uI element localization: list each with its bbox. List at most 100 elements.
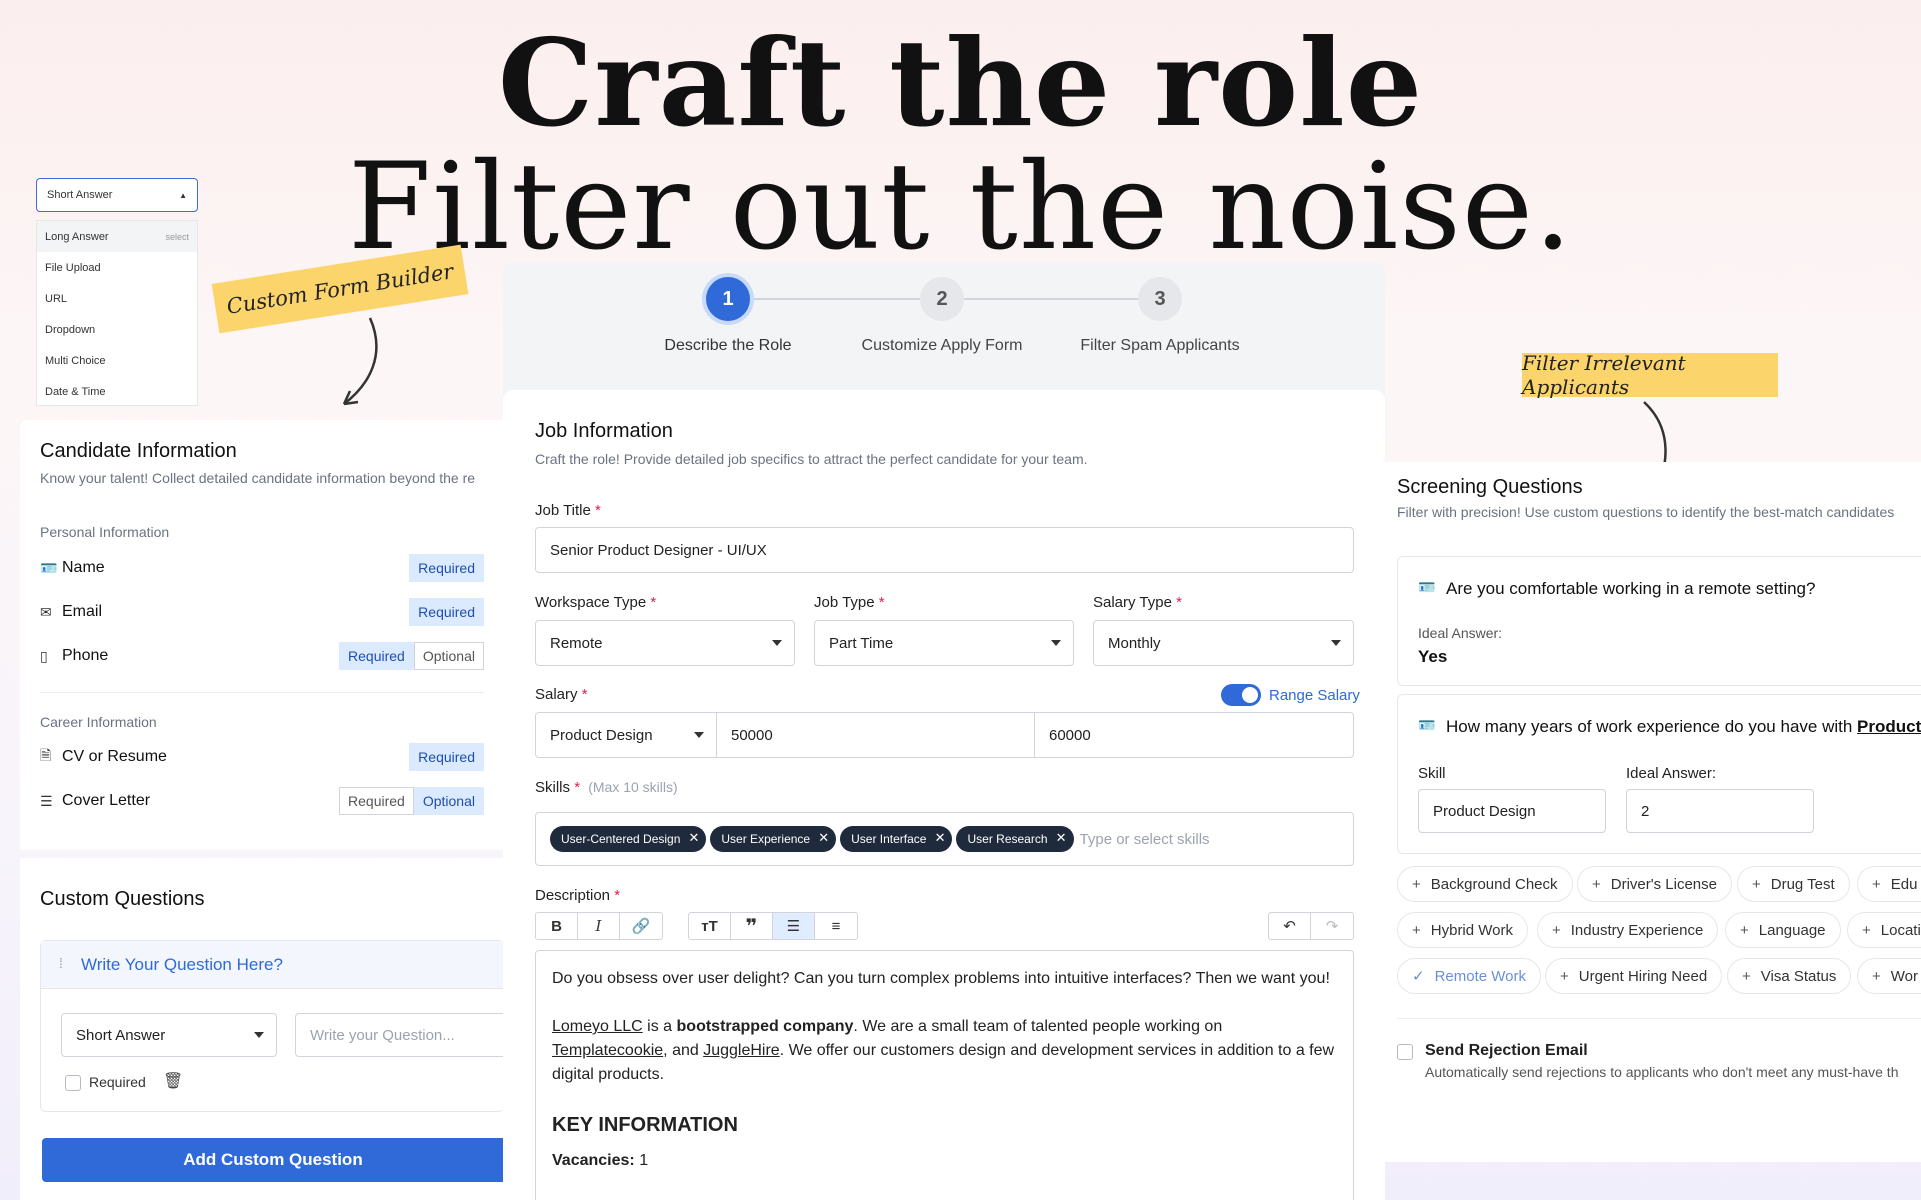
step-1-label[interactable]: Describe the Role (618, 337, 838, 355)
description-editor[interactable]: Do you obsess over user delight? Can you… (535, 950, 1354, 1200)
tag-education[interactable]: + Edu (1857, 866, 1921, 902)
required-toggle[interactable]: Required (339, 787, 414, 815)
ideal-answer-input[interactable]: 2 (1626, 789, 1814, 833)
salary-min-input[interactable]: 50000 (716, 712, 1035, 758)
tag-drug-test[interactable]: + Drug Test (1737, 866, 1850, 902)
range-salary-toggle[interactable] (1221, 684, 1261, 706)
tag-language[interactable]: + Language (1725, 912, 1841, 948)
workspace-type-select[interactable]: Remote (535, 620, 795, 666)
link-icon[interactable]: 🔗 (620, 913, 662, 939)
company-link[interactable]: Lomeyo LLC (552, 1018, 643, 1035)
required-toggle[interactable]: Required (409, 598, 484, 626)
skill-chip: User Research ✕ (956, 826, 1074, 852)
step-3-circle[interactable]: 3 (1138, 277, 1182, 321)
rejection-email-checkbox[interactable] (1397, 1044, 1413, 1060)
menu-item-label: Date & Time (45, 385, 106, 398)
candidate-info-subtitle: Know your talent! Collect detailed candi… (40, 470, 476, 486)
required-toggle[interactable]: Required (409, 554, 484, 582)
salary-max-input[interactable]: 60000 (1034, 712, 1354, 758)
question-type-select[interactable]: Short Answer (61, 1013, 277, 1057)
vacancies-label: Vacancies: (552, 1152, 635, 1169)
trash-icon[interactable]: 🗑 (163, 1071, 183, 1091)
close-icon[interactable]: ✕ (818, 830, 829, 846)
tag-industry-experience[interactable]: + Industry Experience (1537, 912, 1719, 948)
salary-category-select[interactable]: Product Design (535, 712, 717, 758)
skill-input[interactable]: Product Design (1418, 789, 1606, 833)
tag-work[interactable]: + Wor (1857, 958, 1921, 994)
tag-remote-work[interactable]: ✓ Remote Work (1397, 958, 1541, 994)
question-icon: 🪪 (1418, 717, 1436, 733)
step-2-circle[interactable]: 2 (920, 277, 964, 321)
quote-icon[interactable]: ❞ (731, 913, 773, 939)
tag-urgent-hiring[interactable]: + Urgent Hiring Need (1545, 958, 1723, 994)
skills-input[interactable]: User-Centered Design ✕ User Experience ✕ U… (535, 812, 1354, 866)
skill-input-value: Product Design (1433, 802, 1536, 820)
job-type-select[interactable]: Part Time (814, 620, 1074, 666)
optional-toggle[interactable]: Optional (413, 642, 484, 670)
step-2-label[interactable]: Customize Apply Form (832, 337, 1052, 355)
menu-item-file-upload[interactable]: File Upload (37, 252, 197, 283)
menu-item-date-time[interactable]: Date & Time (37, 376, 197, 405)
tag-visa-status[interactable]: + Visa Status (1727, 958, 1852, 994)
candidate-info-title: Candidate Information (40, 440, 237, 462)
vacancies-line: Vacancies: 1 (552, 1149, 1337, 1173)
description-heading: KEY INFORMATION (552, 1114, 738, 1136)
rejection-email-subtitle: Automatically send rejections to applica… (1425, 1064, 1899, 1080)
drag-handle-icon[interactable]: ⁞ (59, 955, 63, 971)
workspace-type-value: Remote (550, 634, 603, 652)
tag-label: Urgent Hiring Need (1578, 967, 1708, 985)
range-salary-label[interactable]: Range Salary (1269, 687, 1360, 704)
ideal-answer-label: Ideal Answer: (1626, 765, 1717, 782)
close-icon[interactable]: ✕ (688, 830, 699, 846)
bold-icon[interactable]: B (536, 913, 578, 939)
close-icon[interactable]: ✕ (1056, 830, 1067, 846)
tag-location[interactable]: + Locati (1847, 912, 1921, 948)
description-label: Description * (535, 887, 621, 904)
headline-line-2: Filter out the noise. (348, 138, 1573, 277)
divider (40, 692, 484, 693)
numbered-list-icon[interactable]: ≡ (815, 913, 857, 939)
menu-item-url[interactable]: URL (37, 283, 197, 314)
redo-icon[interactable]: ↷ (1311, 913, 1353, 939)
answer-type-select[interactable]: Short Answer ▲ (36, 178, 198, 212)
question-title[interactable]: Write Your Question Here? (81, 955, 283, 975)
salary-min-value: 50000 (731, 726, 773, 744)
salary-label: Salary * (535, 686, 588, 703)
tag-drivers-license[interactable]: + Driver's License (1577, 866, 1732, 902)
jugglehire-link[interactable]: JuggleHire (703, 1042, 779, 1059)
close-icon[interactable]: ✕ (935, 830, 946, 846)
optional-toggle[interactable]: Optional (413, 787, 484, 815)
tag-background-check[interactable]: + Background Check (1397, 866, 1573, 902)
desc-text: , and (663, 1042, 704, 1059)
step-3-label[interactable]: Filter Spam Applicants (1050, 337, 1270, 355)
tag-label: Wor (1890, 967, 1918, 985)
question-text-input[interactable]: Write your Question... (295, 1013, 515, 1057)
required-toggle[interactable]: Required (409, 743, 484, 771)
desc-bold: bootstrapped company (676, 1018, 854, 1035)
salary-type-label: Salary Type * (1093, 594, 1182, 611)
heading-icon[interactable]: ᴛT (689, 913, 731, 939)
rejection-email-title: Send Rejection Email (1425, 1042, 1588, 1059)
menu-item-dropdown[interactable]: Dropdown (37, 314, 197, 345)
required-checkbox[interactable] (65, 1075, 81, 1091)
undo-icon[interactable]: ↶ (1269, 913, 1311, 939)
divider (1397, 1018, 1921, 1019)
menu-item-multi-choice[interactable]: Multi Choice (37, 345, 197, 376)
templatecookie-link[interactable]: Templatecookie (552, 1042, 663, 1059)
tag-label: Remote Work (1434, 967, 1526, 985)
salary-category-value: Product Design (550, 726, 653, 744)
required-toggle[interactable]: Required (339, 642, 414, 670)
bullet-list-icon[interactable]: ☰ (773, 913, 815, 939)
job-title-input[interactable]: Senior Product Designer - UI/UX (535, 527, 1354, 573)
menu-item-label: Long Answer (45, 230, 109, 243)
menu-item-long-answer[interactable]: Long Answer select (37, 221, 197, 252)
skill-chip: User-Centered Design ✕ (550, 826, 707, 852)
step-1-circle[interactable]: 1 (706, 277, 750, 321)
italic-icon[interactable]: I (578, 913, 620, 939)
screening-question-card: 🪪 How many years of work experience do y… (1397, 694, 1921, 854)
caret-down-icon (772, 640, 782, 646)
add-custom-question-button[interactable]: Add Custom Question (42, 1138, 504, 1182)
tag-hybrid-work[interactable]: + Hybrid Work (1397, 912, 1529, 948)
skills-placeholder: Type or select skills (1079, 830, 1210, 848)
salary-type-select[interactable]: Monthly (1093, 620, 1354, 666)
